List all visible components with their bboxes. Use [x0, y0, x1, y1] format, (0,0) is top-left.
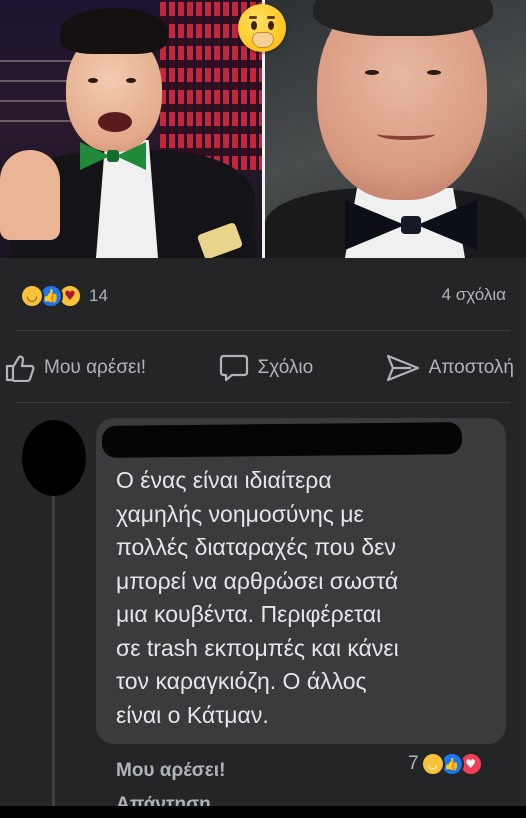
haha-icon: ◡ — [420, 752, 445, 776]
send-icon — [386, 354, 419, 382]
shared-photo[interactable] — [0, 0, 526, 258]
person-right-smile — [377, 128, 435, 140]
comment-icon — [219, 354, 248, 382]
person-right-hair — [313, 0, 493, 36]
person-left-hand — [0, 150, 60, 240]
photo-left-panel — [0, 0, 262, 258]
bottom-edge — [0, 806, 526, 818]
divider — [16, 402, 510, 403]
photo-right-panel — [265, 0, 526, 258]
avatar[interactable] — [22, 420, 86, 496]
person-left-hair — [60, 8, 168, 54]
post-action-bar: Μου αρέσει! Σχόλιο Αποστολή — [0, 348, 526, 388]
comment-button-label: Σχόλιο — [257, 357, 314, 378]
comment-text: Ο ένας είναι ιδιαίτερα χαμηλής νοημοσύνη… — [116, 467, 399, 728]
like-button-label: Μου αρέσει! — [44, 357, 147, 378]
share-button[interactable]: Αποστολή — [385, 353, 514, 383]
comment-button[interactable]: Σχόλιο — [218, 353, 314, 383]
comment-reactions[interactable]: 7 ◡ 👍 ♥ — [408, 752, 483, 776]
divider — [16, 330, 510, 331]
black-bowtie — [345, 200, 477, 250]
like-button[interactable]: Μου αρέσει! — [4, 354, 146, 382]
thread-line — [52, 496, 55, 818]
share-button-label: Αποστολή — [428, 357, 514, 378]
post-reactions-summary[interactable]: ◡ 👍 ♥ 14 — [20, 284, 108, 308]
comment-reaction-count: 7 — [408, 753, 419, 774]
thumbs-up-icon — [5, 355, 35, 382]
green-bowtie — [80, 142, 146, 170]
comment-count-link[interactable]: 4 σχόλια — [442, 285, 506, 305]
hand-over-mouth-emoji-icon — [238, 4, 286, 52]
person-left-mouth — [98, 112, 132, 132]
reaction-count: 14 — [89, 286, 108, 305]
comment-like-link[interactable]: Μου αρέσει! — [116, 760, 225, 782]
haha-icon: ◡ — [20, 284, 44, 308]
redacted-commenter-name — [101, 422, 463, 458]
